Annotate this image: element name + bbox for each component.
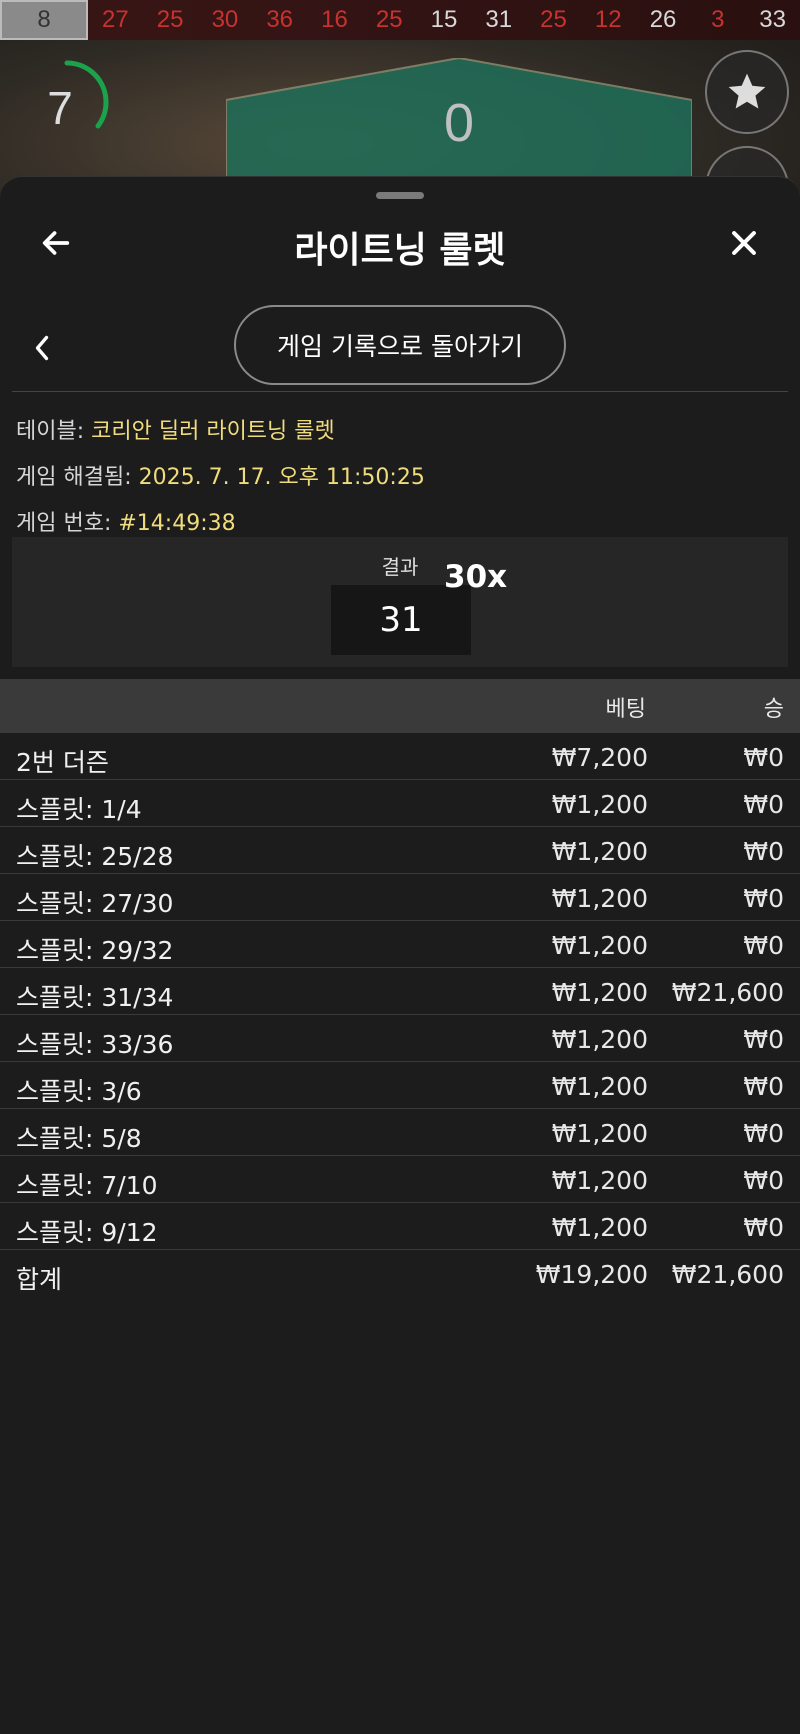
bet-amount: ₩1,200: [551, 1166, 648, 1195]
sheet-grabber[interactable]: [376, 192, 424, 199]
favorite-button[interactable]: [705, 50, 789, 134]
bet-name: 스플릿: 33/36: [16, 1030, 174, 1059]
timer-value: 7: [47, 81, 73, 134]
win-amount: ₩0: [743, 1025, 784, 1054]
bet-amount: ₩1,200: [551, 1213, 648, 1242]
bet-name: 스플릿: 5/8: [16, 1124, 142, 1153]
result-label: 결과: [381, 555, 419, 579]
sheet-title: 라이트닝 룰렛: [294, 230, 506, 271]
win-amount: ₩0: [743, 790, 784, 819]
bet-name: 스플릿: 29/32: [16, 936, 174, 965]
history-number: 12: [594, 6, 622, 33]
bet-amount: ₩7,200: [551, 743, 648, 772]
chevron-left-icon: [35, 335, 49, 361]
win-amount: ₩0: [743, 1166, 784, 1195]
game-detail-sheet: 라이트닝 룰렛 게임 기록으로 돌아가기 테이블: 코리안 딜러 라이트닝 룰렛…: [0, 176, 800, 1734]
bets-table-header: 베팅 승: [0, 679, 800, 733]
bet-name: 스플릿: 27/30: [16, 889, 174, 918]
lightning-multiplier: 30x: [444, 559, 508, 595]
bet-amount: ₩1,200: [551, 978, 648, 1007]
history-number: 27: [102, 6, 129, 33]
divider: [12, 391, 788, 392]
win-amount: ₩0: [743, 837, 784, 866]
countdown-timer: 7: [20, 55, 115, 150]
game-number-label: 게임 번호:: [16, 511, 112, 536]
bet-amount: ₩1,200: [551, 931, 648, 960]
star-icon: [728, 73, 766, 109]
result-number: 31: [331, 585, 471, 655]
game-number-value: #14:49:38: [118, 511, 236, 536]
history-number: 25: [375, 6, 403, 33]
total-win: ₩21,600: [671, 1260, 784, 1289]
bet-name: 스플릿: 25/28: [16, 842, 174, 871]
win-amount: ₩0: [743, 743, 784, 772]
win-amount: ₩0: [743, 1213, 784, 1242]
number-history-strip: 8 27 25 30 36 16 25 15 31 25 12 26 3 33: [0, 0, 800, 40]
resolved-value: 2025. 7. 17. 오후 11:50:25: [138, 465, 425, 490]
bet-amount: ₩1,200: [551, 837, 648, 866]
header-win: 승: [763, 697, 784, 722]
table-row: 2번 더즌 ₩7,200 ₩0: [0, 733, 800, 780]
history-number: 16: [321, 6, 348, 33]
table-row: 스플릿: 33/36 ₩1,200 ₩0: [0, 1015, 800, 1062]
history-number: 3: [711, 6, 725, 33]
history-number: 26: [649, 6, 677, 33]
history-number: 31: [485, 6, 513, 33]
history-current-number: 8: [0, 0, 88, 40]
history-number: 33: [759, 6, 786, 33]
bet-amount: ₩1,200: [551, 1072, 648, 1101]
win-amount: ₩0: [743, 1119, 784, 1148]
table-row: 스플릿: 29/32 ₩1,200 ₩0: [0, 921, 800, 968]
bet-name: 스플릿: 7/10: [16, 1171, 158, 1200]
roulette-table-felt: 0: [225, 56, 693, 179]
bet-amount: ₩1,200: [551, 1025, 648, 1054]
table-row: 스플릿: 31/34 ₩1,200 ₩21,600: [0, 968, 800, 1015]
arrow-left-icon: [42, 231, 70, 255]
table-label: 테이블:: [16, 419, 85, 444]
game-number-info: 게임 번호: #14:49:38: [16, 505, 796, 537]
previous-game-button[interactable]: [24, 323, 60, 373]
result-panel: 결과 31 30x: [12, 537, 788, 667]
history-number: 25: [156, 6, 184, 33]
back-to-history-button[interactable]: 게임 기록으로 돌아가기: [234, 305, 566, 385]
bet-name: 스플릿: 1/4: [16, 795, 142, 824]
resolved-label: 게임 해결됨:: [16, 465, 132, 490]
history-number: 25: [540, 6, 567, 33]
bets-table: 2번 더즌 ₩7,200 ₩0 스플릿: 1/4 ₩1,200 ₩0 스플릿: …: [0, 733, 800, 1297]
history-number: 15: [430, 6, 458, 33]
win-amount: ₩0: [743, 884, 784, 913]
total-label: 합계: [16, 1265, 63, 1294]
zero-pocket-label: 0: [443, 93, 475, 153]
table-row: 스플릿: 7/10 ₩1,200 ₩0: [0, 1156, 800, 1203]
table-row: 스플릿: 1/4 ₩1,200 ₩0: [0, 780, 800, 827]
bet-amount: ₩1,200: [551, 1119, 648, 1148]
bet-name: 스플릿: 31/34: [16, 983, 174, 1012]
win-amount: ₩0: [743, 931, 784, 960]
table-info: 테이블: 코리안 딜러 라이트닝 룰렛: [16, 413, 796, 445]
close-button[interactable]: [718, 217, 770, 269]
back-button[interactable]: [30, 217, 82, 269]
win-amount: ₩0: [743, 1072, 784, 1101]
table-row: 스플릿: 5/8 ₩1,200 ₩0: [0, 1109, 800, 1156]
sheet-header: 라이트닝 룰렛: [0, 207, 800, 289]
bet-name: 스플릿: 3/6: [16, 1077, 142, 1106]
table-row: 스플릿: 27/30 ₩1,200 ₩0: [0, 874, 800, 921]
win-amount: ₩21,600: [671, 978, 784, 1007]
bet-name: 2번 더즌: [16, 748, 109, 777]
bet-amount: ₩1,200: [551, 790, 648, 819]
resolved-info: 게임 해결됨: 2025. 7. 17. 오후 11:50:25: [16, 459, 796, 491]
header-bet: 베팅: [605, 697, 646, 722]
table-value: 코리안 딜러 라이트닝 룰렛: [91, 419, 335, 444]
total-bet: ₩19,200: [535, 1260, 648, 1289]
history-number: 30: [211, 6, 239, 33]
bet-name: 스플릿: 9/12: [16, 1218, 158, 1247]
table-row: 스플릿: 9/12 ₩1,200 ₩0: [0, 1203, 800, 1250]
bet-amount: ₩1,200: [551, 884, 648, 913]
table-row: 스플릿: 25/28 ₩1,200 ₩0: [0, 827, 800, 874]
history-number: 36: [266, 6, 294, 33]
total-row: 합계 ₩19,200 ₩21,600: [0, 1250, 800, 1297]
close-icon: [732, 231, 756, 255]
table-row: 스플릿: 3/6 ₩1,200 ₩0: [0, 1062, 800, 1109]
